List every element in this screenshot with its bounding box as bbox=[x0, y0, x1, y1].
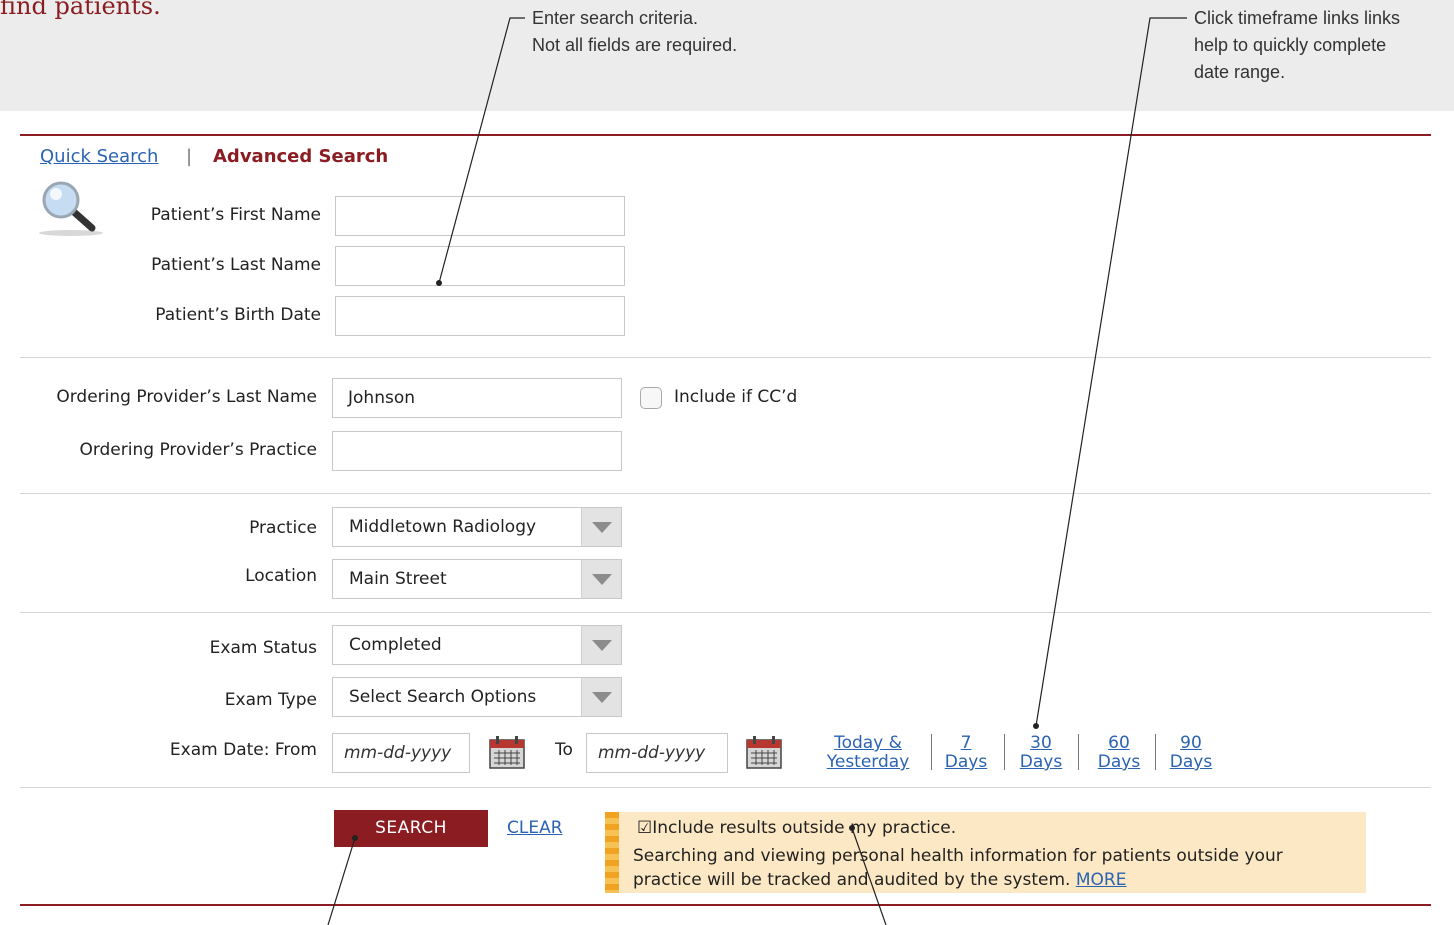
include-cc-label[interactable]: Include if CC’d bbox=[674, 387, 797, 407]
panel-top-rule bbox=[20, 134, 1431, 136]
timeframe-separator bbox=[931, 734, 932, 770]
callout-timeframe-links: Click timeframe links links help to quic… bbox=[1194, 8, 1401, 82]
checkbox-checked-icon[interactable]: ☑ bbox=[637, 818, 652, 838]
provider-last-name-input[interactable]: Johnson bbox=[332, 378, 622, 418]
calendar-icon[interactable] bbox=[745, 734, 783, 770]
exam-type-label: Exam Type bbox=[224, 690, 317, 710]
exam-type-select[interactable]: Select Search Options bbox=[332, 677, 622, 717]
panel-bottom-rule bbox=[20, 904, 1431, 906]
first-name-label: Patient’s First Name bbox=[150, 205, 321, 225]
notice-body-text: Searching and viewing personal health in… bbox=[633, 846, 1283, 890]
section-divider bbox=[20, 493, 1431, 494]
search-magnifier-icon bbox=[39, 181, 103, 236]
page-heading: find patients. bbox=[0, 0, 161, 20]
practice-select[interactable]: Middletown Radiology bbox=[332, 507, 622, 547]
timeframe-separator bbox=[1155, 734, 1156, 770]
exam-type-select-value: Select Search Options bbox=[349, 687, 537, 707]
exam-status-select-value: Completed bbox=[349, 635, 442, 655]
chevron-down-icon[interactable] bbox=[581, 678, 621, 716]
timeframe-today-yesterday-link[interactable]: Today & Yesterday bbox=[822, 734, 914, 772]
provider-practice-label: Ordering Provider’s Practice bbox=[79, 440, 317, 460]
include-outside-practice-label[interactable]: Include results outside my practice. bbox=[652, 818, 956, 838]
chevron-down-icon[interactable] bbox=[581, 626, 621, 664]
notice-warning-stripe bbox=[605, 812, 619, 893]
timeframe-60-days-link[interactable]: 60 Days bbox=[1095, 734, 1143, 772]
exam-status-label: Exam Status bbox=[209, 638, 317, 658]
include-cc-checkbox[interactable] bbox=[640, 387, 662, 409]
last-name-label: Patient’s Last Name bbox=[151, 255, 321, 275]
advanced-search-panel bbox=[0, 111, 1454, 925]
tab-separator: | bbox=[186, 146, 193, 167]
exam-date-from-input[interactable]: mm-dd-yyyy bbox=[332, 733, 470, 773]
calendar-icon[interactable] bbox=[488, 734, 526, 770]
timeframe-separator bbox=[1004, 734, 1005, 770]
more-link[interactable]: MORE bbox=[1076, 870, 1127, 890]
section-divider bbox=[20, 612, 1431, 613]
section-divider bbox=[20, 787, 1431, 788]
chevron-down-icon[interactable] bbox=[581, 508, 621, 546]
outside-practice-notice: ☑Include results outside my practice. Se… bbox=[605, 812, 1366, 893]
birth-date-label: Patient’s Birth Date bbox=[155, 305, 321, 325]
provider-last-name-label: Ordering Provider’s Last Name bbox=[56, 387, 317, 407]
callout-search-criteria: Enter search criteria. Not all fields ar… bbox=[532, 8, 738, 55]
notice-body: Searching and viewing personal health in… bbox=[633, 844, 1353, 892]
section-divider bbox=[20, 357, 1431, 358]
include-outside-practice-checkbox[interactable]: ☑Include results outside my practice. bbox=[637, 818, 956, 838]
tab-advanced-search[interactable]: Advanced Search bbox=[213, 146, 388, 167]
exam-status-select[interactable]: Completed bbox=[332, 625, 622, 665]
last-name-input[interactable] bbox=[335, 246, 625, 286]
timeframe-separator bbox=[1078, 734, 1079, 770]
timeframe-30-days-link[interactable]: 30 Days bbox=[1017, 734, 1065, 772]
birth-date-input[interactable] bbox=[335, 296, 625, 336]
location-label: Location bbox=[245, 566, 317, 586]
exam-date-label: Exam Date: From bbox=[169, 740, 317, 760]
provider-practice-input[interactable] bbox=[332, 431, 622, 471]
location-select-value: Main Street bbox=[349, 569, 447, 589]
timeframe-90-days-link[interactable]: 90 Days bbox=[1167, 734, 1215, 772]
timeframe-7-days-link[interactable]: 7 Days bbox=[942, 734, 990, 772]
chevron-down-icon[interactable] bbox=[581, 560, 621, 598]
tab-quick-search[interactable]: Quick Search bbox=[40, 146, 158, 167]
search-button[interactable]: SEARCH bbox=[334, 810, 488, 847]
exam-date-to-label: To bbox=[555, 740, 573, 760]
location-select[interactable]: Main Street bbox=[332, 559, 622, 599]
clear-link[interactable]: CLEAR bbox=[507, 818, 563, 838]
practice-select-value: Middletown Radiology bbox=[349, 517, 537, 537]
practice-label: Practice bbox=[249, 518, 317, 538]
first-name-input[interactable] bbox=[335, 196, 625, 236]
exam-date-to-input[interactable]: mm-dd-yyyy bbox=[586, 733, 728, 773]
